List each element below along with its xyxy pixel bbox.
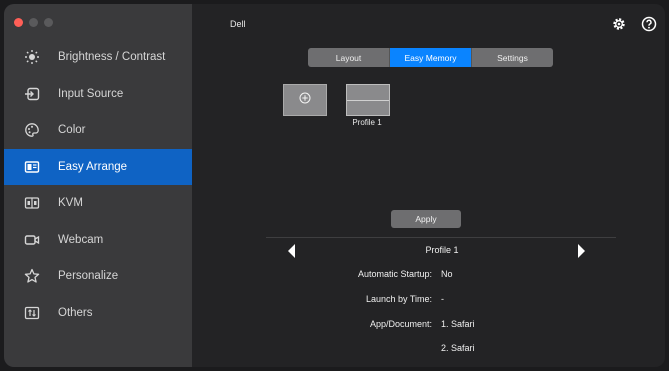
brightness-icon [24, 49, 40, 65]
sidebar-item-others[interactable]: Others [4, 295, 192, 332]
sidebar-item-label: Color [58, 124, 86, 137]
help-icon[interactable] [641, 16, 657, 37]
main-panel: Dell Layout Easy Memory Settings Profile… [192, 4, 665, 367]
tab-layout[interactable]: Layout [308, 48, 390, 67]
detail-value: - [441, 294, 444, 304]
sidebar-item-personalize[interactable]: Personalize [4, 258, 192, 295]
sidebar-item-label: KVM [58, 197, 83, 210]
detail-key: App/Document: [369, 319, 432, 329]
sidebar-item-label: Webcam [58, 233, 104, 246]
detail-key: Launch by Time: [365, 294, 432, 304]
sidebar-item-label: Input Source [58, 87, 124, 100]
sidebar-item-input-source[interactable]: Input Source [4, 76, 192, 113]
previous-profile-arrow-icon[interactable] [288, 244, 295, 258]
sidebar-item-label: Personalize [58, 270, 119, 283]
next-profile-arrow-icon[interactable] [578, 244, 585, 258]
settings-gear-icon[interactable] [611, 16, 627, 37]
sidebar-item-brightness-contrast[interactable]: Brightness / Contrast [4, 39, 192, 76]
add-profile-button[interactable] [283, 84, 327, 116]
layout-zone-bottom [347, 101, 389, 116]
sidebar-item-label: Others [58, 306, 93, 319]
tab-easy-memory[interactable]: Easy Memory [390, 48, 472, 67]
easy-arrange-icon [24, 159, 40, 175]
minimize-window-button[interactable] [29, 18, 38, 27]
profile-thumbnail-label: Profile 1 [352, 118, 382, 127]
divider [266, 237, 616, 238]
window-controls [14, 18, 53, 27]
color-palette-icon [24, 122, 40, 138]
sidebar-nav: Brightness / Contrast Input Source Color… [4, 39, 192, 331]
segmented-tabs: Layout Easy Memory Settings [308, 48, 553, 67]
layout-zone-top [347, 85, 389, 101]
close-window-button[interactable] [14, 18, 23, 27]
tab-settings[interactable]: Settings [472, 48, 553, 67]
selected-profile-name: Profile 1 [425, 245, 459, 255]
sidebar-item-label: Brightness / Contrast [58, 51, 166, 64]
kvm-icon [24, 195, 40, 211]
sidebar: Brightness / Contrast Input Source Color… [4, 4, 192, 367]
others-icon [24, 305, 40, 321]
sidebar-item-webcam[interactable]: Webcam [4, 222, 192, 259]
apply-button[interactable]: Apply [391, 210, 461, 228]
plus-circle-icon [299, 91, 311, 109]
app-window: Brightness / Contrast Input Source Color… [4, 4, 665, 367]
sidebar-item-kvm[interactable]: KVM [4, 185, 192, 222]
zoom-window-button[interactable] [44, 18, 53, 27]
webcam-icon [24, 232, 40, 248]
sidebar-item-easy-arrange[interactable]: Easy Arrange [4, 148, 192, 185]
detail-value: 1. Safari [441, 319, 475, 329]
detail-value: 2. Safari [441, 343, 475, 353]
detail-value: No [441, 269, 453, 279]
top-toolbar [611, 16, 657, 37]
sidebar-item-label: Easy Arrange [58, 160, 128, 173]
brand-title: Dell [230, 19, 246, 29]
sidebar-item-color[interactable]: Color [4, 112, 192, 149]
star-icon [24, 268, 40, 284]
detail-key: Automatic Startup: [357, 269, 432, 279]
profile-thumbnail[interactable] [346, 84, 390, 116]
input-source-icon [24, 86, 40, 102]
